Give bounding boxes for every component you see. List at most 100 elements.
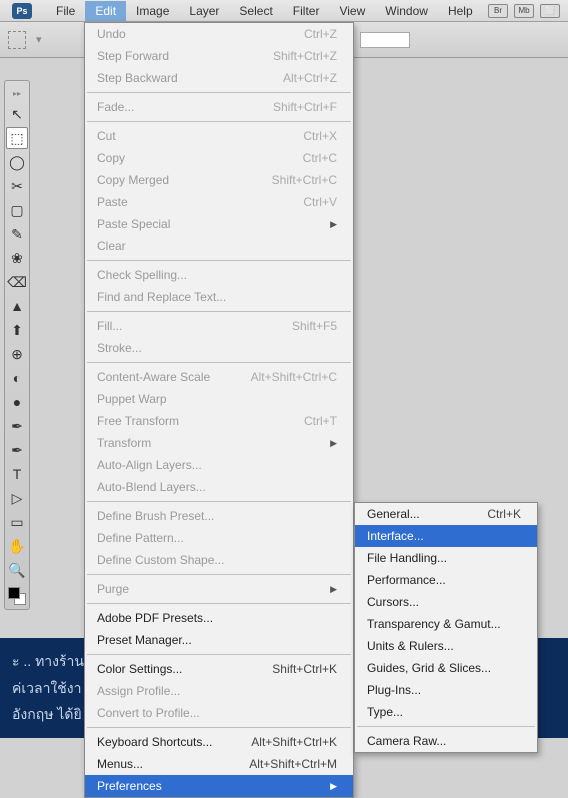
menu-shortcut: Alt+Shift+Ctrl+M xyxy=(249,757,337,771)
menu-item-label: Cut xyxy=(97,129,273,143)
edit-menu-item: PasteCtrl+V xyxy=(85,191,353,213)
edit-menu-item: Free TransformCtrl+T xyxy=(85,410,353,432)
path-tool-icon[interactable]: ▷ xyxy=(6,487,28,509)
minibridge-icon[interactable]: Mb xyxy=(514,4,534,18)
type-tool-icon[interactable]: T xyxy=(6,463,28,485)
color-swatch[interactable] xyxy=(8,587,26,605)
menu-shortcut: Shift+Ctrl+C xyxy=(272,173,337,187)
tool-preset-icon[interactable] xyxy=(8,31,26,49)
dodge-tool-icon[interactable]: ✒ xyxy=(6,415,28,437)
edit-menu-dropdown: UndoCtrl+ZStep ForwardShift+Ctrl+ZStep B… xyxy=(84,22,354,798)
screenmode-icon[interactable]: ⬜ xyxy=(540,4,560,18)
menu-item-label: Color Settings... xyxy=(97,662,242,676)
eyedropper-tool-icon[interactable]: ✎ xyxy=(6,223,28,245)
menu-item-label: Convert to Profile... xyxy=(97,706,337,720)
app-logo-icon: Ps xyxy=(12,3,32,19)
move-tool-icon[interactable]: ↖ xyxy=(6,103,28,125)
marquee-tool-icon[interactable]: ⬚ xyxy=(6,127,28,149)
menu-window[interactable]: Window xyxy=(375,1,438,21)
menu-shortcut: Shift+Ctrl+F xyxy=(273,100,337,114)
menu-view[interactable]: View xyxy=(329,1,375,21)
toolbox-grip-icon[interactable]: ▸▸ xyxy=(4,85,30,101)
menu-item-label: Step Forward xyxy=(97,49,243,63)
pref-submenu-item[interactable]: Guides, Grid & Slices... xyxy=(355,657,537,679)
menu-item-label: File Handling... xyxy=(367,551,521,565)
eraser-tool-icon[interactable]: ⊕ xyxy=(6,343,28,365)
menu-layer[interactable]: Layer xyxy=(179,1,229,21)
menu-item-label: Transparency & Gamut... xyxy=(367,617,521,631)
menu-item-label: Camera Raw... xyxy=(367,734,521,748)
pref-submenu-item[interactable]: Units & Rulers... xyxy=(355,635,537,657)
blur-tool-icon[interactable]: ● xyxy=(6,391,28,413)
edit-menu-item: Copy MergedShift+Ctrl+C xyxy=(85,169,353,191)
edit-menu-item: Auto-Align Layers... xyxy=(85,454,353,476)
menu-item-label: Units & Rulers... xyxy=(367,639,521,653)
crop-tool-icon[interactable]: ▢ xyxy=(6,199,28,221)
menu-item-label: Free Transform xyxy=(97,414,274,428)
shape-tool-icon[interactable]: ▭ xyxy=(6,511,28,533)
menu-item-label: Stroke... xyxy=(97,341,337,355)
menu-item-label: Preferences xyxy=(97,779,318,793)
bridge-icon[interactable]: Br xyxy=(488,4,508,18)
stamp-tool-icon[interactable]: ▲ xyxy=(6,295,28,317)
width-input[interactable] xyxy=(360,32,410,48)
pref-submenu-item[interactable]: Transparency & Gamut... xyxy=(355,613,537,635)
menu-item-label: Auto-Blend Layers... xyxy=(97,480,337,494)
menu-image[interactable]: Image xyxy=(126,1,179,21)
lasso-tool-icon[interactable]: ◯ xyxy=(6,151,28,173)
menu-item-label: Define Custom Shape... xyxy=(97,553,337,567)
pref-submenu-item[interactable]: Plug-Ins... xyxy=(355,679,537,701)
menu-item-label: Puppet Warp xyxy=(97,392,337,406)
quickselect-tool-icon[interactable]: ✂ xyxy=(6,175,28,197)
edit-menu-item: Paste Special▶ xyxy=(85,213,353,235)
healing-tool-icon[interactable]: ❀ xyxy=(6,247,28,269)
pref-submenu-item[interactable]: Performance... xyxy=(355,569,537,591)
edit-menu-item: Transform▶ xyxy=(85,432,353,454)
menu-item-label: Fill... xyxy=(97,319,262,333)
edit-menu-item: Assign Profile... xyxy=(85,680,353,702)
menu-shortcut: Alt+Shift+Ctrl+K xyxy=(251,735,337,749)
pref-submenu-item[interactable]: Type... xyxy=(355,701,537,723)
edit-menu-item: Fill...Shift+F5 xyxy=(85,315,353,337)
edit-menu-item: Stroke... xyxy=(85,337,353,359)
edit-menu-item: Fade...Shift+Ctrl+F xyxy=(85,96,353,118)
gradient-tool-icon[interactable]: ◐ xyxy=(6,367,28,389)
menu-item-label: Step Backward xyxy=(97,71,253,85)
pen-tool-icon[interactable]: ✒ xyxy=(6,439,28,461)
submenu-arrow-icon: ▶ xyxy=(330,584,337,595)
menu-item-label: Undo xyxy=(97,27,274,41)
menu-item-label: Guides, Grid & Slices... xyxy=(367,661,521,675)
menu-shortcut: Ctrl+K xyxy=(487,507,521,521)
pref-submenu-item[interactable]: Interface... xyxy=(355,525,537,547)
edit-menu-item[interactable]: Keyboard Shortcuts...Alt+Shift+Ctrl+K xyxy=(85,731,353,753)
edit-menu-item: Convert to Profile... xyxy=(85,702,353,724)
edit-menu-item[interactable]: Adobe PDF Presets... xyxy=(85,607,353,629)
edit-menu-item[interactable]: Menus...Alt+Shift+Ctrl+M xyxy=(85,753,353,775)
pref-submenu-item[interactable]: General...Ctrl+K xyxy=(355,503,537,525)
pref-submenu-item[interactable]: Camera Raw... xyxy=(355,730,537,752)
brush-tool-icon[interactable]: ⌫ xyxy=(6,271,28,293)
menu-item-label: Preset Manager... xyxy=(97,633,337,647)
pref-submenu-item[interactable]: Cursors... xyxy=(355,591,537,613)
edit-menu-item: Check Spelling... xyxy=(85,264,353,286)
edit-menu-item[interactable]: Preferences ▶ xyxy=(85,775,353,797)
edit-menu-item: Auto-Blend Layers... xyxy=(85,476,353,498)
edit-menu-item[interactable]: Preset Manager... xyxy=(85,629,353,651)
submenu-arrow-icon: ▶ xyxy=(330,781,337,792)
menu-filter[interactable]: Filter xyxy=(283,1,330,21)
menu-shortcut: Ctrl+V xyxy=(303,195,337,209)
menu-help[interactable]: Help xyxy=(438,1,483,21)
menu-edit[interactable]: Edit xyxy=(85,1,126,21)
pref-submenu-item[interactable]: File Handling... xyxy=(355,547,537,569)
menu-item-label: Adobe PDF Presets... xyxy=(97,611,337,625)
menu-item-label: Assign Profile... xyxy=(97,684,337,698)
submenu-arrow-icon: ▶ xyxy=(330,219,337,230)
history-brush-tool-icon[interactable]: ⬆ xyxy=(6,319,28,341)
edit-menu-item[interactable]: Color Settings...Shift+Ctrl+K xyxy=(85,658,353,680)
menu-shortcut: Shift+Ctrl+Z xyxy=(273,49,337,63)
hand-tool-icon[interactable]: ✋ xyxy=(6,535,28,557)
menu-select[interactable]: Select xyxy=(229,1,282,21)
zoom-tool-icon[interactable]: 🔍 xyxy=(6,559,28,581)
menu-file[interactable]: File xyxy=(46,1,85,21)
menu-item-label: Purge xyxy=(97,582,318,596)
